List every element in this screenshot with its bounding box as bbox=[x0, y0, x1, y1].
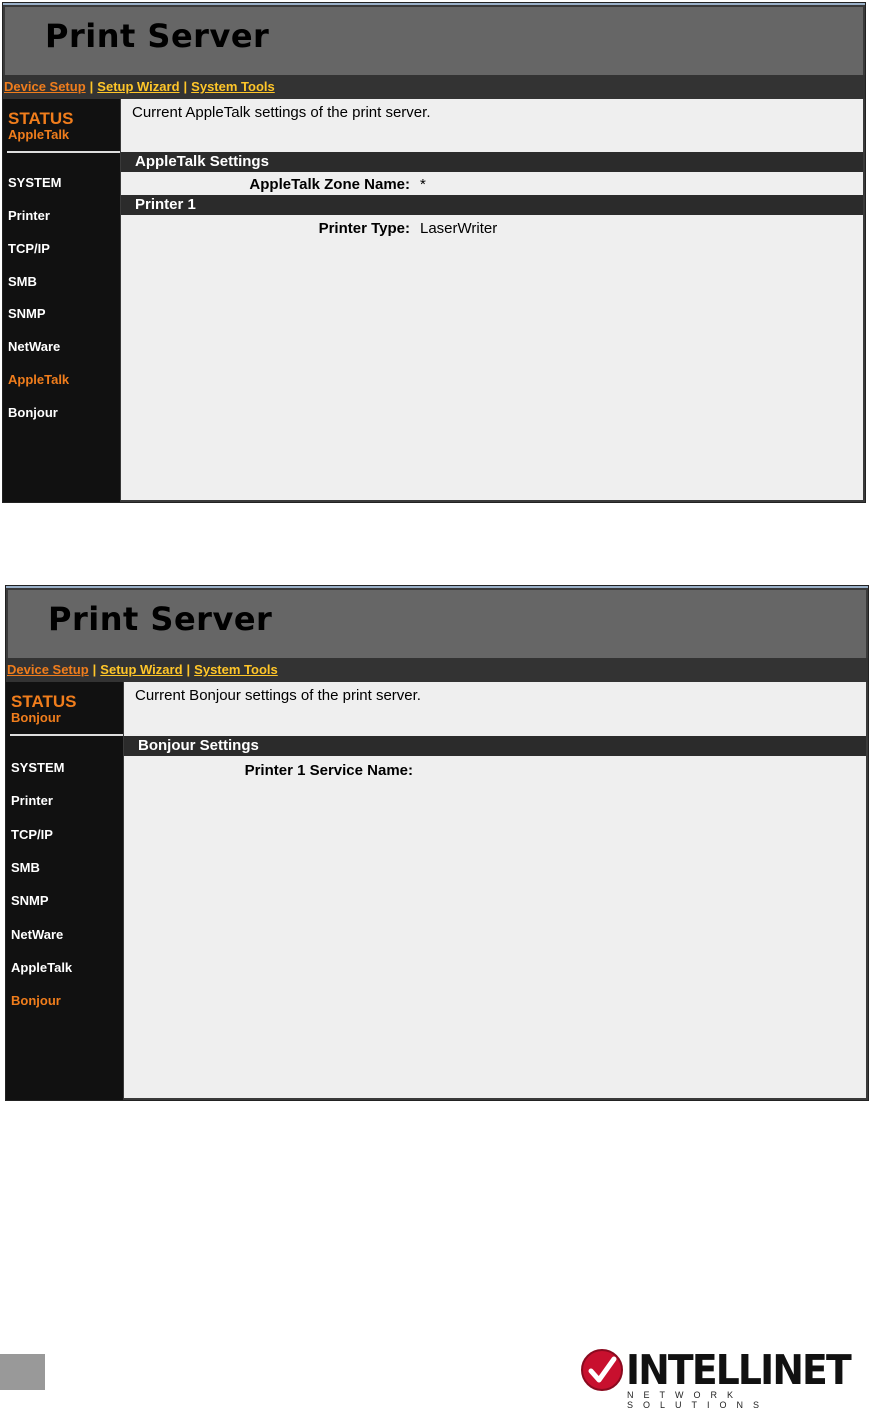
page-description: Current AppleTalk settings of the print … bbox=[132, 104, 431, 121]
sidebar-item-tcpip[interactable]: TCP/IP bbox=[11, 827, 53, 842]
content-area: Current Bonjour settings of the print se… bbox=[124, 682, 866, 1098]
service-name-label: Printer 1 Service Name: bbox=[244, 762, 413, 779]
logo-wordmark: INTELLINET bbox=[626, 1346, 852, 1394]
sidebar-item-tcpip[interactable]: TCP/IP bbox=[8, 241, 50, 256]
page-description: Current Bonjour settings of the print se… bbox=[135, 687, 421, 704]
print-server-window-bonjour: Print Server Device Setup | Setup Wizard | S… bbox=[5, 585, 869, 1101]
print-server-window-appletalk: Print Server Device Setup | Setup Wizard | S… bbox=[2, 2, 866, 503]
checkmark-circle-icon bbox=[581, 1349, 623, 1391]
sidebar-item-snmp[interactable]: SNMP bbox=[8, 306, 46, 321]
top-nav: Device Setup | Setup Wizard | System Tools bbox=[6, 658, 868, 682]
window-top-border bbox=[3, 3, 865, 5]
nav-device-setup-link[interactable]: Device Setup bbox=[4, 79, 86, 94]
zone-name-value: * bbox=[420, 176, 426, 193]
printer-type-value: LaserWriter bbox=[420, 220, 498, 237]
header-bar: Print Server bbox=[8, 590, 866, 659]
nav-system-tools-link[interactable]: System Tools bbox=[194, 662, 278, 677]
logo-tagline: NETWORK SOLUTIONS bbox=[627, 1390, 770, 1410]
header-bar: Print Server bbox=[5, 7, 863, 76]
nav-separator: | bbox=[92, 662, 97, 677]
status-heading: STATUS bbox=[8, 109, 74, 128]
window-top-border bbox=[6, 586, 868, 588]
section-header-printer-1: Printer 1 bbox=[121, 195, 863, 215]
sidebar-item-system[interactable]: SYSTEM bbox=[8, 175, 61, 190]
page-number-box bbox=[0, 1354, 45, 1390]
sidebar-item-smb[interactable]: SMB bbox=[8, 274, 37, 289]
sidebar-item-snmp[interactable]: SNMP bbox=[11, 893, 49, 908]
status-heading: STATUS bbox=[11, 692, 77, 711]
page-title: Print Server bbox=[45, 17, 270, 55]
nav-setup-wizard-link[interactable]: Setup Wizard bbox=[97, 79, 179, 94]
sidebar-item-netware[interactable]: NetWare bbox=[11, 927, 63, 942]
sidebar-divider bbox=[7, 151, 120, 153]
sidebar-item-netware[interactable]: NetWare bbox=[8, 339, 60, 354]
sidebar: STATUS Bonjour SYSTEM Printer TCP/IP SMB… bbox=[6, 682, 123, 1100]
nav-device-setup-link[interactable]: Device Setup bbox=[7, 662, 89, 677]
sidebar: STATUS AppleTalk SYSTEM Printer TCP/IP S… bbox=[3, 99, 120, 502]
section-header-appletalk-settings: AppleTalk Settings bbox=[121, 152, 863, 172]
sidebar-item-appletalk[interactable]: AppleTalk bbox=[11, 960, 72, 975]
top-nav: Device Setup | Setup Wizard | System Tools bbox=[3, 75, 865, 99]
sidebar-item-bonjour[interactable]: Bonjour bbox=[11, 993, 61, 1008]
sidebar-item-printer[interactable]: Printer bbox=[11, 793, 53, 808]
nav-separator: | bbox=[89, 79, 94, 94]
printer-type-label: Printer Type: bbox=[318, 220, 410, 237]
intellinet-logo: INTELLINET NETWORK SOLUTIONS bbox=[580, 1346, 871, 1410]
nav-separator: | bbox=[186, 662, 191, 677]
sidebar-item-appletalk[interactable]: AppleTalk bbox=[8, 372, 69, 387]
nav-separator: | bbox=[183, 79, 188, 94]
sidebar-item-smb[interactable]: SMB bbox=[11, 860, 40, 875]
status-subheading: Bonjour bbox=[11, 710, 61, 725]
sidebar-item-system[interactable]: SYSTEM bbox=[11, 760, 64, 775]
nav-setup-wizard-link[interactable]: Setup Wizard bbox=[100, 662, 182, 677]
sidebar-divider bbox=[10, 734, 123, 736]
sidebar-item-printer[interactable]: Printer bbox=[8, 208, 50, 223]
content-area: Current AppleTalk settings of the print … bbox=[121, 99, 863, 500]
status-subheading: AppleTalk bbox=[8, 127, 70, 142]
nav-system-tools-link[interactable]: System Tools bbox=[191, 79, 275, 94]
sidebar-item-bonjour[interactable]: Bonjour bbox=[8, 405, 58, 420]
page-title: Print Server bbox=[48, 600, 273, 638]
section-header-bonjour-settings: Bonjour Settings bbox=[124, 736, 866, 756]
zone-name-label: AppleTalk Zone Name: bbox=[249, 176, 410, 193]
